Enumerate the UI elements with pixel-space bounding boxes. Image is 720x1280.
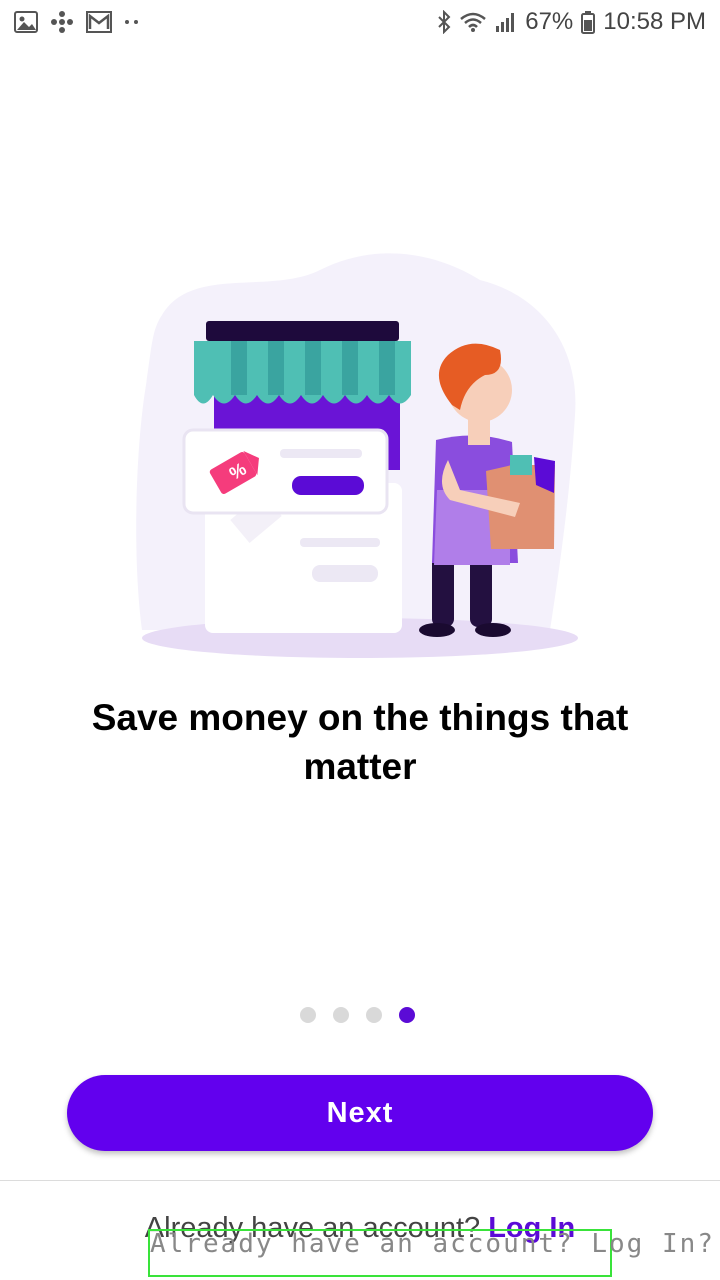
page-dot-3[interactable]	[366, 1007, 382, 1023]
signal-icon	[495, 11, 517, 33]
deal-pill	[292, 476, 364, 495]
page-dot-2[interactable]	[333, 1007, 349, 1023]
overlay-caption-text: Already have an account? Log In?	[150, 1229, 715, 1259]
fan-icon	[50, 10, 74, 34]
page-dot-4-active[interactable]	[399, 1007, 415, 1023]
battery-percent: 67%	[525, 8, 574, 35]
gmail-icon	[86, 11, 112, 33]
wifi-icon	[459, 11, 487, 33]
more-dots-icon	[124, 18, 140, 26]
status-bar: 67% 10:58 PM	[0, 0, 720, 44]
battery-icon	[581, 10, 596, 34]
onboarding-headline: Save money on the things that matter	[91, 697, 629, 787]
page-indicator[interactable]	[300, 1007, 415, 1023]
bluetooth-icon	[437, 10, 451, 34]
system-indicators: 67% 10:58 PM	[437, 8, 706, 36]
next-button[interactable]: Next	[67, 1075, 653, 1151]
shop-illustration: %	[136, 253, 578, 658]
footer-divider	[0, 1180, 720, 1181]
notification-icons	[14, 10, 140, 34]
awning	[194, 341, 411, 404]
awning-bar	[206, 321, 399, 341]
clock: 10:58 PM	[603, 8, 706, 35]
gallery-icon	[14, 11, 38, 33]
page-dot-1[interactable]	[300, 1007, 316, 1023]
